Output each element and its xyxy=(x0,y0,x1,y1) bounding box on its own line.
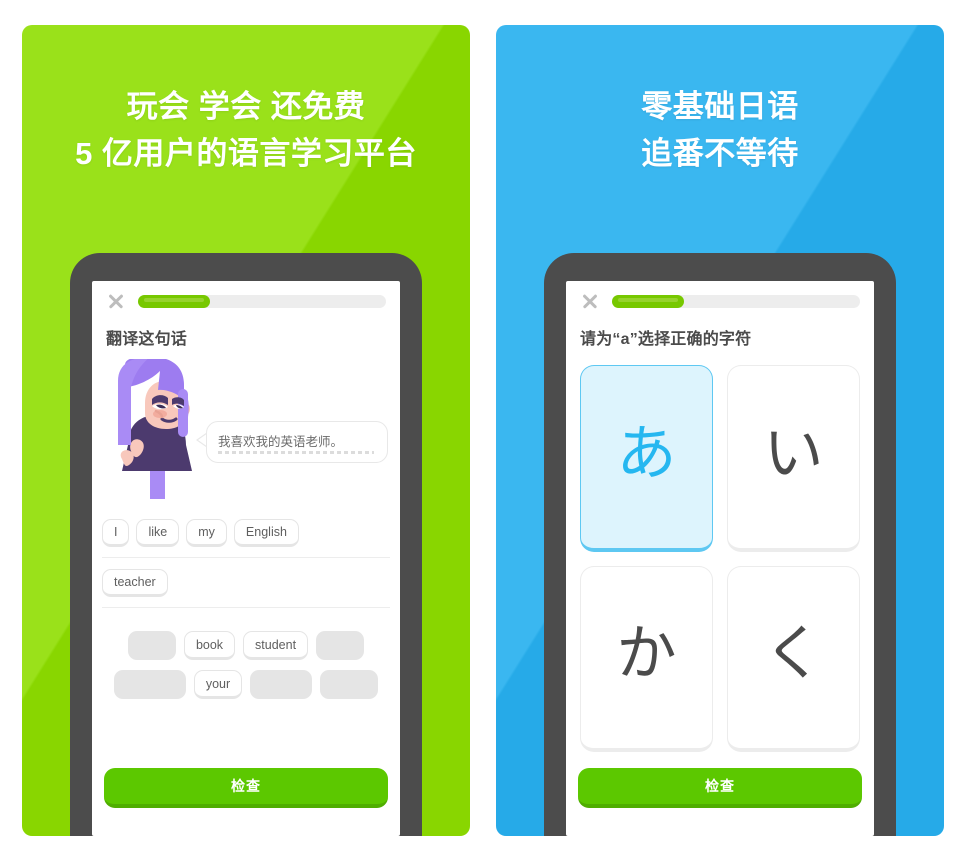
check-button[interactable]: 检查 xyxy=(578,768,862,808)
headline-left-line2: 5 亿用户的语言学习平台 xyxy=(75,136,417,172)
promo-card-right: 零基础日语 追番不等待 请为“a”选择正确的字符 あ い か く 检查 xyxy=(496,25,944,836)
word-bank-blank-tile[interactable] xyxy=(250,670,313,699)
kana-choice-grid: あ い か く xyxy=(580,365,860,752)
word-bank: book student your xyxy=(102,631,390,709)
lesson-progress-fill xyxy=(612,294,684,308)
lesson-prompt-left: 翻译这句话 xyxy=(106,331,188,348)
lesson-progress-bar xyxy=(612,294,860,308)
promo-banner: 玩会 学会 还免费 5 亿用户的语言学习平台 翻译这句话 我喜欢我的英语老师。 … xyxy=(0,0,969,861)
answer-tile[interactable]: English xyxy=(233,518,299,547)
headline-right: 零基础日语 追番不等待 xyxy=(496,83,944,177)
phone-screen-right: 请为“a”选择正确的字符 あ い か く 检查 xyxy=(566,281,874,836)
close-x-icon[interactable] xyxy=(580,291,600,311)
word-bank-tile[interactable]: student xyxy=(243,631,309,660)
word-bank-tile[interactable]: book xyxy=(183,631,236,660)
kana-choice-card[interactable]: あ xyxy=(580,365,713,552)
answer-area: I like my English teacher xyxy=(102,517,390,617)
word-bank-row: book student xyxy=(102,631,390,660)
word-bank-blank-tile[interactable] xyxy=(113,670,186,699)
lesson-prompt-right: 请为“a”选择正确的字符 xyxy=(580,331,752,348)
lesson-topbar-left xyxy=(92,281,400,321)
headline-right-line1: 零基础日语 xyxy=(641,89,799,124)
phone-mockup-right: 请为“a”选择正确的字符 あ い か く 检查 xyxy=(544,253,896,836)
kana-choice-card[interactable]: か xyxy=(580,565,713,752)
lesson-progress-bar xyxy=(138,294,386,308)
character-illustration: 我喜欢我的英语老师。 xyxy=(100,357,390,499)
phone-screen-left: 翻译这句话 我喜欢我的英语老师。 I like my English teach… xyxy=(92,281,400,836)
answer-tile[interactable]: my xyxy=(186,518,227,547)
answer-tile[interactable]: teacher xyxy=(102,568,168,597)
headline-right-line2: 追番不等待 xyxy=(641,136,799,172)
answer-tile[interactable]: I xyxy=(102,518,130,547)
word-bank-tile[interactable]: your xyxy=(193,670,243,699)
speech-bubble-text: 我喜欢我的英语老师。 xyxy=(218,435,344,449)
kana-choice-card[interactable]: く xyxy=(727,565,860,752)
answer-tile[interactable]: like xyxy=(136,518,180,547)
answer-row: I like my English xyxy=(102,517,390,558)
word-bank-blank-tile[interactable] xyxy=(320,670,379,699)
answer-row: teacher xyxy=(102,567,390,608)
check-button[interactable]: 检查 xyxy=(104,768,388,808)
headline-left: 玩会 学会 还免费 5 亿用户的语言学习平台 xyxy=(22,83,470,177)
word-bank-row: your xyxy=(102,670,390,699)
promo-card-left: 玩会 学会 还免费 5 亿用户的语言学习平台 翻译这句话 我喜欢我的英语老师。 … xyxy=(22,25,470,836)
phone-mockup-left: 翻译这句话 我喜欢我的英语老师。 I like my English teach… xyxy=(70,253,422,836)
kana-choice-card[interactable]: い xyxy=(727,365,860,552)
speech-bubble: 我喜欢我的英语老师。 xyxy=(206,421,388,463)
close-x-icon[interactable] xyxy=(106,291,126,311)
lesson-progress-fill xyxy=(138,294,210,308)
speech-bubble-dotted-underline xyxy=(218,451,374,454)
word-bank-blank-tile[interactable] xyxy=(127,631,176,660)
word-bank-blank-tile[interactable] xyxy=(316,631,365,660)
headline-left-line1: 玩会 学会 还免费 xyxy=(126,89,366,124)
lesson-topbar-right xyxy=(566,281,874,321)
